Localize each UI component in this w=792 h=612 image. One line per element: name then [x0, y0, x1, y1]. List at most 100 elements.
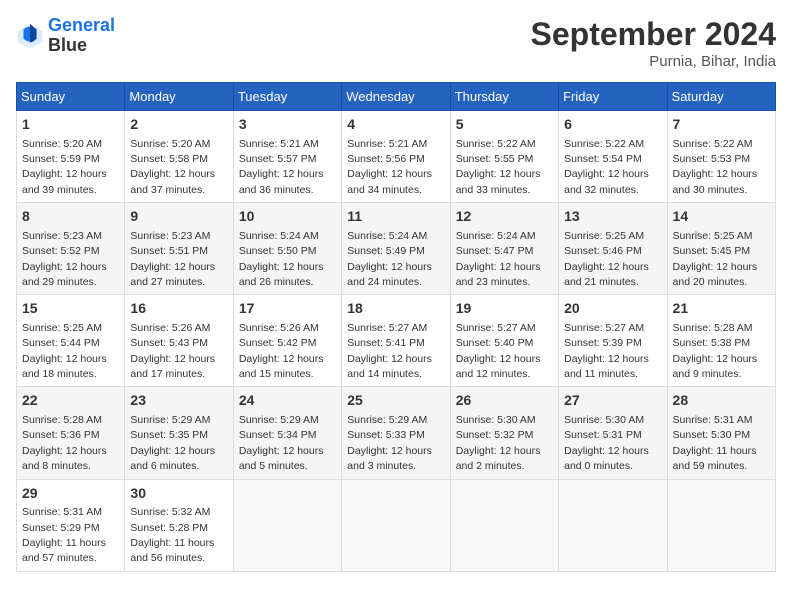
day-daylight: Daylight: 12 hours and 29 minutes. — [22, 261, 107, 288]
day-daylight: Daylight: 12 hours and 15 minutes. — [239, 353, 324, 380]
day-cell-9: 9Sunrise: 5:23 AMSunset: 5:51 PMDaylight… — [125, 203, 233, 295]
day-daylight: Daylight: 12 hours and 27 minutes. — [130, 261, 215, 288]
day-cell-16: 16Sunrise: 5:26 AMSunset: 5:43 PMDayligh… — [125, 295, 233, 387]
day-cell-18: 18Sunrise: 5:27 AMSunset: 5:41 PMDayligh… — [342, 295, 450, 387]
day-sunrise: Sunrise: 5:27 AM — [564, 322, 644, 334]
calendar-week-2: 8Sunrise: 5:23 AMSunset: 5:52 PMDaylight… — [17, 203, 776, 295]
day-daylight: Daylight: 12 hours and 26 minutes. — [239, 261, 324, 288]
calendar-week-1: 1Sunrise: 5:20 AMSunset: 5:59 PMDaylight… — [17, 111, 776, 203]
day-number: 12 — [456, 207, 553, 227]
day-daylight: Daylight: 12 hours and 36 minutes. — [239, 168, 324, 195]
day-sunset: Sunset: 5:38 PM — [673, 337, 751, 349]
day-cell-8: 8Sunrise: 5:23 AMSunset: 5:52 PMDaylight… — [17, 203, 125, 295]
day-sunset: Sunset: 5:29 PM — [22, 522, 100, 534]
calendar-week-3: 15Sunrise: 5:25 AMSunset: 5:44 PMDayligh… — [17, 295, 776, 387]
day-cell-1: 1Sunrise: 5:20 AMSunset: 5:59 PMDaylight… — [17, 111, 125, 203]
day-sunset: Sunset: 5:42 PM — [239, 337, 317, 349]
day-sunrise: Sunrise: 5:30 AM — [456, 414, 536, 426]
day-daylight: Daylight: 12 hours and 32 minutes. — [564, 168, 649, 195]
day-cell-15: 15Sunrise: 5:25 AMSunset: 5:44 PMDayligh… — [17, 295, 125, 387]
day-number: 26 — [456, 391, 553, 411]
day-sunset: Sunset: 5:34 PM — [239, 429, 317, 441]
day-sunset: Sunset: 5:31 PM — [564, 429, 642, 441]
day-number: 10 — [239, 207, 336, 227]
day-cell-29: 29Sunrise: 5:31 AMSunset: 5:29 PMDayligh… — [17, 479, 125, 571]
day-number: 14 — [673, 207, 770, 227]
day-cell-12: 12Sunrise: 5:24 AMSunset: 5:47 PMDayligh… — [450, 203, 558, 295]
day-cell-11: 11Sunrise: 5:24 AMSunset: 5:49 PMDayligh… — [342, 203, 450, 295]
day-sunrise: Sunrise: 5:25 AM — [673, 230, 753, 242]
day-number: 30 — [130, 484, 227, 504]
day-cell-22: 22Sunrise: 5:28 AMSunset: 5:36 PMDayligh… — [17, 387, 125, 479]
day-cell-13: 13Sunrise: 5:25 AMSunset: 5:46 PMDayligh… — [559, 203, 667, 295]
day-number: 18 — [347, 299, 444, 319]
day-cell-20: 20Sunrise: 5:27 AMSunset: 5:39 PMDayligh… — [559, 295, 667, 387]
day-sunrise: Sunrise: 5:20 AM — [22, 138, 102, 150]
day-sunset: Sunset: 5:47 PM — [456, 245, 534, 257]
empty-cell — [559, 479, 667, 571]
logo-text: General Blue — [48, 16, 115, 56]
day-sunset: Sunset: 5:40 PM — [456, 337, 534, 349]
day-daylight: Daylight: 12 hours and 6 minutes. — [130, 445, 215, 472]
location: Purnia, Bihar, India — [531, 53, 776, 70]
day-sunrise: Sunrise: 5:24 AM — [347, 230, 427, 242]
day-number: 16 — [130, 299, 227, 319]
day-sunrise: Sunrise: 5:22 AM — [456, 138, 536, 150]
day-sunrise: Sunrise: 5:26 AM — [130, 322, 210, 334]
day-sunrise: Sunrise: 5:21 AM — [347, 138, 427, 150]
day-number: 15 — [22, 299, 119, 319]
day-sunset: Sunset: 5:32 PM — [456, 429, 534, 441]
page-header: General Blue September 2024 Purnia, Biha… — [16, 16, 776, 70]
day-sunset: Sunset: 5:54 PM — [564, 153, 642, 165]
day-sunset: Sunset: 5:58 PM — [130, 153, 208, 165]
empty-cell — [450, 479, 558, 571]
day-daylight: Daylight: 12 hours and 20 minutes. — [673, 261, 758, 288]
day-sunset: Sunset: 5:57 PM — [239, 153, 317, 165]
header-sunday: Sunday — [17, 83, 125, 111]
day-sunrise: Sunrise: 5:28 AM — [673, 322, 753, 334]
day-number: 24 — [239, 391, 336, 411]
calendar-header-row: SundayMondayTuesdayWednesdayThursdayFrid… — [17, 83, 776, 111]
day-sunset: Sunset: 5:51 PM — [130, 245, 208, 257]
day-sunset: Sunset: 5:28 PM — [130, 522, 208, 534]
day-sunrise: Sunrise: 5:27 AM — [347, 322, 427, 334]
day-sunset: Sunset: 5:50 PM — [239, 245, 317, 257]
day-cell-30: 30Sunrise: 5:32 AMSunset: 5:28 PMDayligh… — [125, 479, 233, 571]
day-daylight: Daylight: 12 hours and 9 minutes. — [673, 353, 758, 380]
empty-cell — [233, 479, 341, 571]
day-number: 20 — [564, 299, 661, 319]
day-sunrise: Sunrise: 5:29 AM — [239, 414, 319, 426]
empty-cell — [667, 479, 775, 571]
day-cell-2: 2Sunrise: 5:20 AMSunset: 5:58 PMDaylight… — [125, 111, 233, 203]
header-wednesday: Wednesday — [342, 83, 450, 111]
day-sunset: Sunset: 5:30 PM — [673, 429, 751, 441]
day-sunset: Sunset: 5:33 PM — [347, 429, 425, 441]
day-daylight: Daylight: 12 hours and 24 minutes. — [347, 261, 432, 288]
day-sunset: Sunset: 5:55 PM — [456, 153, 534, 165]
day-cell-26: 26Sunrise: 5:30 AMSunset: 5:32 PMDayligh… — [450, 387, 558, 479]
day-sunrise: Sunrise: 5:29 AM — [130, 414, 210, 426]
day-cell-28: 28Sunrise: 5:31 AMSunset: 5:30 PMDayligh… — [667, 387, 775, 479]
day-number: 7 — [673, 115, 770, 135]
day-daylight: Daylight: 11 hours and 57 minutes. — [22, 537, 106, 564]
day-cell-21: 21Sunrise: 5:28 AMSunset: 5:38 PMDayligh… — [667, 295, 775, 387]
day-number: 1 — [22, 115, 119, 135]
day-cell-6: 6Sunrise: 5:22 AMSunset: 5:54 PMDaylight… — [559, 111, 667, 203]
day-cell-24: 24Sunrise: 5:29 AMSunset: 5:34 PMDayligh… — [233, 387, 341, 479]
header-monday: Monday — [125, 83, 233, 111]
day-cell-27: 27Sunrise: 5:30 AMSunset: 5:31 PMDayligh… — [559, 387, 667, 479]
day-cell-17: 17Sunrise: 5:26 AMSunset: 5:42 PMDayligh… — [233, 295, 341, 387]
day-sunrise: Sunrise: 5:31 AM — [22, 506, 102, 518]
day-number: 19 — [456, 299, 553, 319]
calendar-table: SundayMondayTuesdayWednesdayThursdayFrid… — [16, 82, 776, 572]
logo-icon — [16, 22, 44, 50]
day-number: 17 — [239, 299, 336, 319]
day-sunset: Sunset: 5:46 PM — [564, 245, 642, 257]
day-number: 6 — [564, 115, 661, 135]
empty-cell — [342, 479, 450, 571]
day-number: 25 — [347, 391, 444, 411]
day-daylight: Daylight: 12 hours and 33 minutes. — [456, 168, 541, 195]
day-number: 4 — [347, 115, 444, 135]
calendar-body: 1Sunrise: 5:20 AMSunset: 5:59 PMDaylight… — [17, 111, 776, 572]
day-sunset: Sunset: 5:56 PM — [347, 153, 425, 165]
